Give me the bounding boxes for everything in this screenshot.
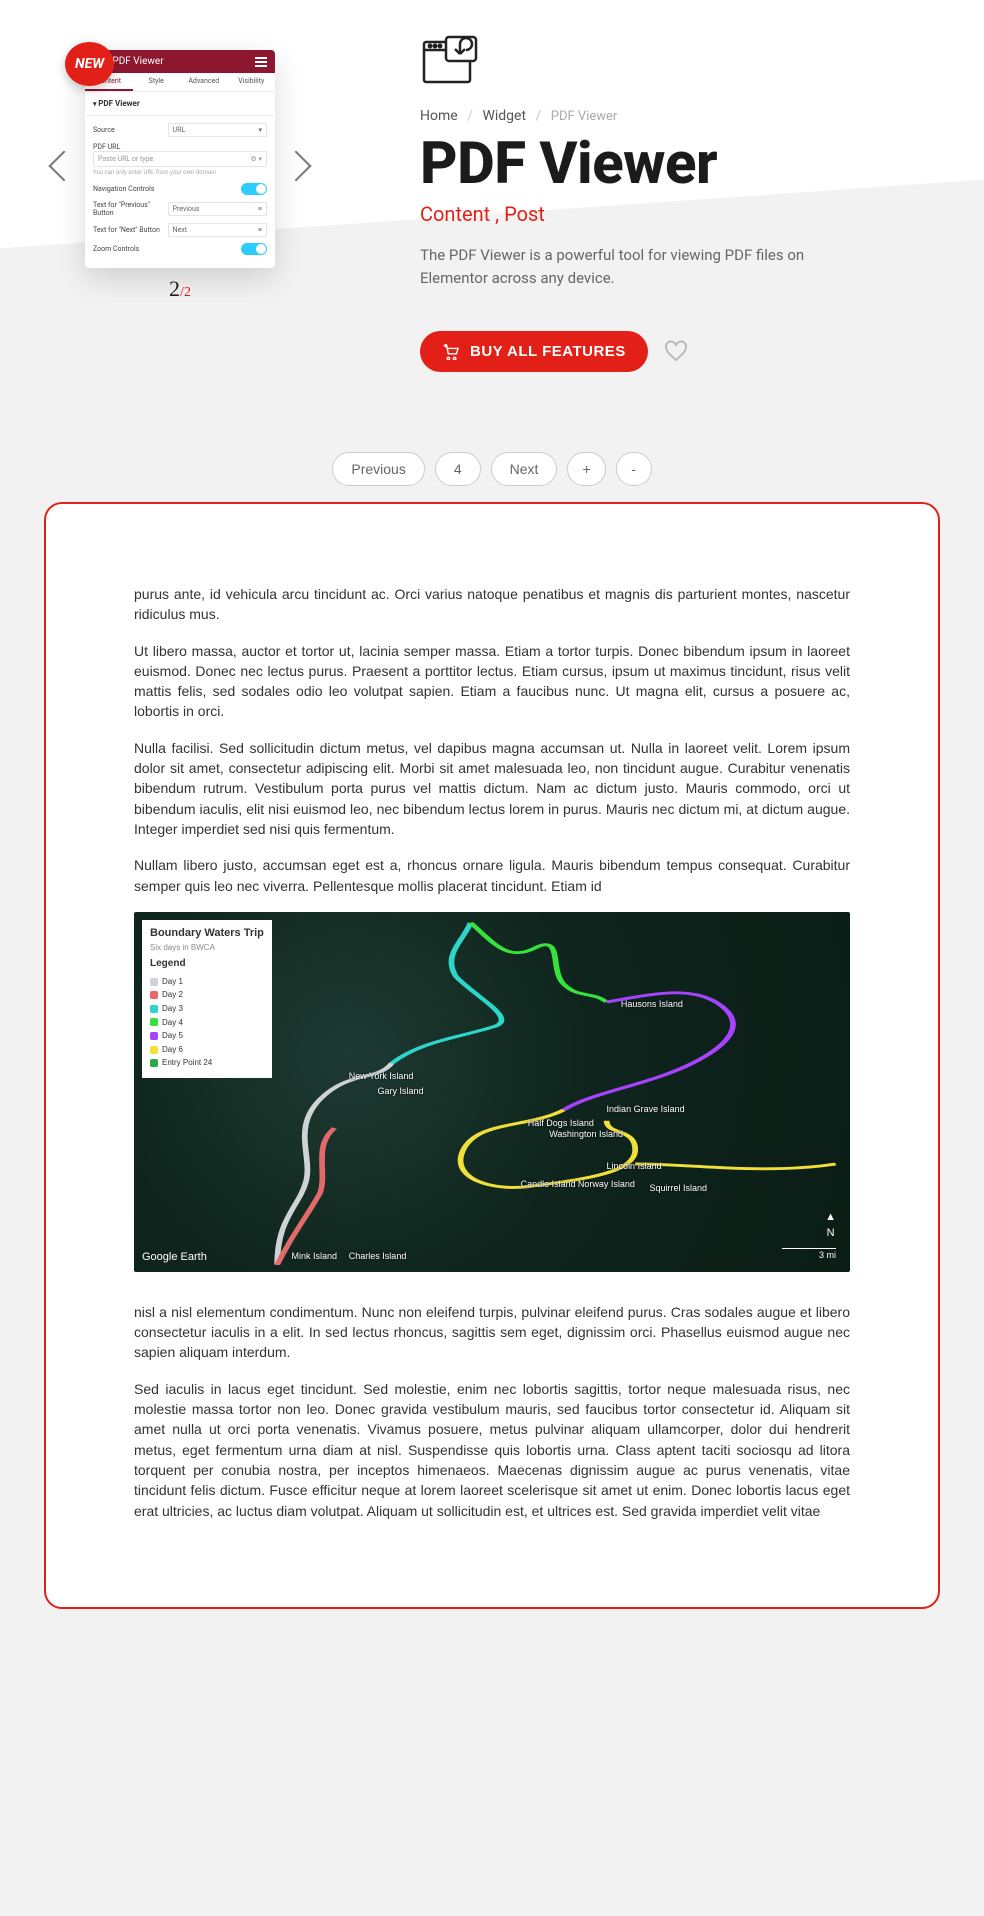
- map-label: Washington Island: [549, 1128, 623, 1141]
- legend-item: Day 4: [150, 1016, 264, 1030]
- legend-item: Day 5: [150, 1029, 264, 1043]
- compass-icon: ▲N: [825, 1210, 836, 1242]
- hamburger-icon: [255, 61, 267, 63]
- carousel-prev[interactable]: [48, 150, 79, 181]
- pdf-zoom-in-button[interactable]: +: [567, 452, 605, 486]
- widget-settings-screenshot: NEW Edit PDF Viewer Content Style Advanc…: [85, 50, 275, 268]
- map-label: Charles Island: [349, 1250, 407, 1263]
- pdfurl-input: Paste URL or type⚙ ▾: [93, 151, 267, 167]
- legend-item: Day 1: [150, 975, 264, 989]
- zoom-label: Zoom Controls: [93, 245, 241, 253]
- categories: ContentPost: [420, 202, 944, 226]
- zoom-toggle: [241, 243, 267, 255]
- pdf-prev-button[interactable]: Previous: [332, 452, 424, 486]
- legend-header: Legend: [150, 957, 264, 972]
- pdfurl-note: You can only enter URL from your own dom…: [93, 167, 267, 180]
- screenshot-carousel: NEW Edit PDF Viewer Content Style Advanc…: [20, 30, 340, 302]
- pdf-page-number[interactable]: 4: [435, 452, 481, 486]
- map-label: Gary Island: [377, 1085, 423, 1098]
- pdf-paragraph: nisl a nisl elementum condimentum. Nunc …: [134, 1302, 850, 1363]
- buy-all-features-button[interactable]: BUY ALL FEATURES: [420, 331, 648, 372]
- pdf-next-button[interactable]: Next: [491, 452, 558, 486]
- map-title: Boundary Waters Trip: [150, 926, 264, 942]
- map-label: Norway Island: [578, 1178, 635, 1191]
- legend-item: Day 3: [150, 1002, 264, 1016]
- tab-visibility: Visibility: [228, 73, 276, 91]
- pdf-paragraph: purus ante, id vehicula arcu tincidunt a…: [134, 584, 850, 625]
- source-label: Source: [93, 126, 168, 134]
- pdf-paragraph: Nulla facilisi. Sed sollicitudin dictum …: [134, 738, 850, 839]
- nexttext-input: Next≡: [168, 223, 267, 237]
- legend-item: Day 2: [150, 988, 264, 1002]
- map-label: Lincoln Island: [607, 1160, 662, 1173]
- pdf-viewer-frame: purus ante, id vehicula arcu tincidunt a…: [44, 502, 940, 1609]
- new-badge: NEW: [65, 42, 114, 86]
- description: The PDF Viewer is a powerful tool for vi…: [420, 244, 830, 289]
- section-header: PDF Viewer: [85, 92, 275, 116]
- navcontrols-label: Navigation Controls: [93, 185, 241, 193]
- map-legend: Boundary Waters Trip Six days in BWCA Le…: [142, 920, 272, 1078]
- breadcrumb: Home / Widget / PDF Viewer: [420, 108, 944, 124]
- breadcrumb-home[interactable]: Home: [420, 108, 458, 124]
- breadcrumb-current: PDF Viewer: [551, 109, 618, 124]
- nexttext-label: Text for "Next" Button: [93, 226, 168, 234]
- navcontrols-toggle: [241, 183, 267, 195]
- legend-item: Entry Point 24: [150, 1056, 264, 1070]
- map-label: Indian Grave Island: [607, 1103, 685, 1116]
- pdf-paragraph: Sed iaculis in lacus eget tincidunt. Sed…: [134, 1379, 850, 1521]
- map-label: Candle Island: [521, 1178, 576, 1191]
- pdf-zoom-out-button[interactable]: -: [616, 452, 652, 486]
- pdf-paragraph: Nullam libero justo, accumsan eget est a…: [134, 855, 850, 896]
- map-label: Squirrel Island: [650, 1182, 708, 1195]
- map-label: Mink Island: [292, 1250, 338, 1263]
- legend-item: Day 6: [150, 1043, 264, 1057]
- map-label: New York Island: [349, 1070, 414, 1083]
- carousel-pagination: 2/2: [85, 276, 275, 302]
- breadcrumb-widget[interactable]: Widget: [482, 108, 526, 124]
- page-title: PDF Viewer: [420, 130, 944, 198]
- map-source: Google Earth: [142, 1250, 207, 1266]
- prevtext-label: Text for "Previous" Button: [93, 201, 168, 217]
- category-content[interactable]: Content: [420, 202, 504, 226]
- map-label: Hausons Island: [621, 998, 683, 1011]
- pdf-page-content: purus ante, id vehicula arcu tincidunt a…: [46, 504, 938, 1607]
- map-subtitle: Six days in BWCA: [150, 942, 264, 954]
- tab-style: Style: [133, 73, 181, 91]
- carousel-next[interactable]: [280, 150, 311, 181]
- cart-icon: [442, 344, 460, 360]
- scale-bar: 3 mi: [782, 1248, 836, 1262]
- source-select: URL▾: [168, 123, 267, 137]
- prevtext-input: Previous≡: [168, 202, 267, 216]
- pdf-paragraph: Ut libero massa, auctor et tortor ut, la…: [134, 641, 850, 722]
- panel-tabs: Content Style Advanced Visibility: [85, 73, 275, 92]
- pdfurl-label: PDF URL: [93, 140, 267, 151]
- pdf-document-icon: [420, 34, 480, 86]
- pdf-nav-controls: Previous 4 Next + -: [0, 452, 984, 486]
- embedded-map-figure: Boundary Waters Trip Six days in BWCA Le…: [134, 912, 850, 1272]
- wishlist-heart-icon[interactable]: [664, 340, 688, 364]
- tab-advanced: Advanced: [180, 73, 228, 91]
- category-post[interactable]: Post: [504, 202, 545, 226]
